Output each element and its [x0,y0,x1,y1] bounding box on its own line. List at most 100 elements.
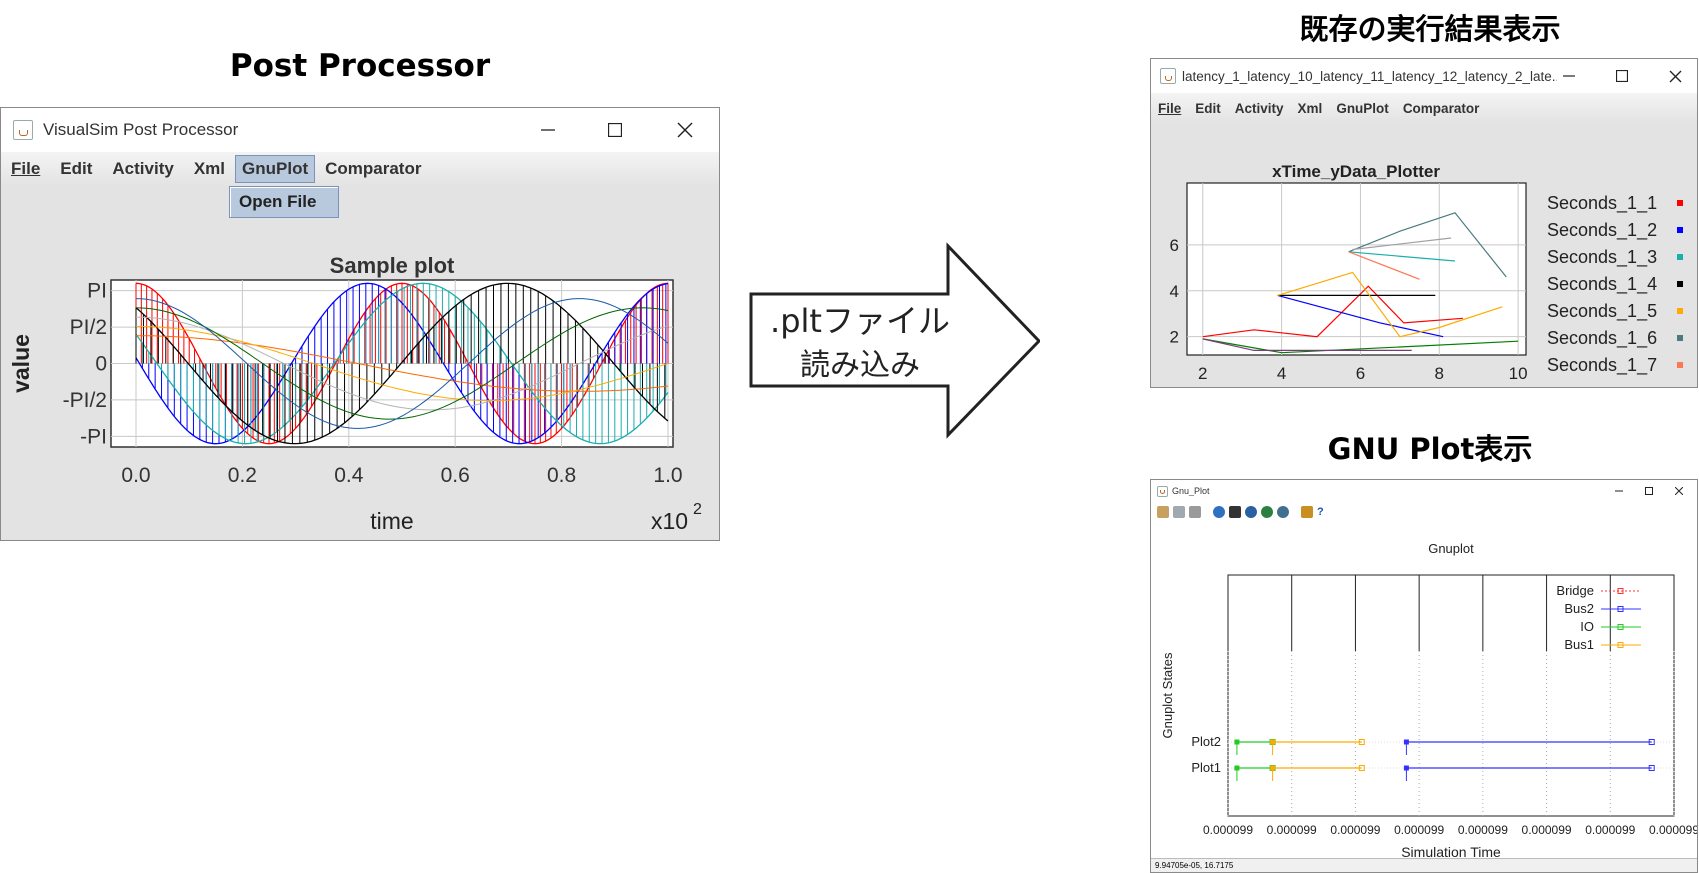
legend-label: Seconds_1_4 [1547,274,1657,295]
x-tick-label: 0.000099 [1585,823,1635,837]
export-icon[interactable] [1173,506,1185,518]
zoom-reset-icon[interactable] [1277,506,1289,518]
legend-label: Bridge [1556,583,1594,598]
y-tick-label: -PI/2 [63,389,107,412]
replot-icon[interactable] [1213,506,1225,518]
y-tick-label: PI/2 [70,316,107,339]
legend-swatch [1677,335,1683,341]
menu-file[interactable]: File [1158,101,1181,116]
minimize-button[interactable] [531,108,565,152]
x-tick-label: 0.0 [121,464,150,487]
copy-icon[interactable] [1157,506,1169,518]
x-tick-label: 0.000099 [1522,823,1572,837]
y-tick-label: Plot1 [1191,760,1221,775]
post-processor-window: VisualSim Post Processor File Edit Activ… [0,107,720,541]
gnuplot-chart: Gnuplot 0.000099 0.000099 0.000099 0.000099 0… [1160,541,1697,860]
legend-swatch [1677,227,1683,233]
minimize-icon [1563,75,1575,77]
minimize-icon [1615,490,1623,492]
maximize-icon [1616,70,1628,82]
legend-label: Seconds_1_2 [1547,220,1657,241]
post-processor-heading: Post Processor [229,48,491,84]
x-tick-label: 0.000099 [1649,823,1697,837]
app-icon [1157,485,1168,497]
maximize-button[interactable] [1639,480,1659,502]
gnu-status-bar: 9.94705e-05, 16.7175 [1151,858,1697,872]
minimize-icon [541,129,555,131]
menu-edit[interactable]: Edit [60,159,92,179]
x-tick-label: 0.000099 [1394,823,1444,837]
x-tick-label: 0.000099 [1458,823,1508,837]
legend-label: Seconds_1_3 [1547,247,1657,268]
x-axis-label: time [370,508,413,534]
y-axis-label: Gnuplot States [1160,652,1175,738]
java-icon [13,120,33,140]
x-tick-label: 1.0 [653,464,682,487]
menu-activity[interactable]: Activity [1235,101,1284,116]
x-tick-label: 2 [1198,364,1207,383]
chart-title: Gnuplot [1428,541,1474,556]
menu-gnuplot[interactable]: GnuPlot [1336,101,1389,116]
grid-icon[interactable] [1229,506,1241,518]
help-icon[interactable]: ? [1317,506,1324,518]
zoom-next-icon[interactable] [1261,506,1273,518]
java-icon [1160,68,1176,84]
latency-window: latency_1_latency_10_latency_11_latency_… [1150,58,1698,388]
close-button[interactable] [668,108,702,152]
arrow-label-1: .pltファイル [770,302,950,340]
x-tick-label: 4 [1277,364,1286,383]
arrow-label-2: 読み込み [800,348,920,383]
maximize-button[interactable] [1607,59,1637,93]
print-icon[interactable] [1189,506,1201,518]
chart-title: Sample plot [330,253,455,278]
plot-area [1227,574,1675,817]
legend-label: Bus1 [1564,637,1594,652]
legend-swatch [1677,281,1683,287]
y-tick-label: PI [87,280,107,303]
latency-menubar: File Edit Activity Xml GnuPlot Comparato… [1151,93,1697,123]
y-tick-label: -PI [80,425,107,448]
menu-gnuplot[interactable]: GnuPlot [235,155,316,183]
x-tick-label: 8 [1435,364,1444,383]
legend-label: Seconds_1_7 [1547,355,1657,376]
window-title: latency_1_latency_10_latency_11_latency_… [1182,68,1557,84]
close-button[interactable] [1669,480,1689,502]
legend-label: Seconds_1_1 [1547,193,1657,214]
menu-xml[interactable]: Xml [194,159,225,179]
x-tick-label: 6 [1356,364,1365,383]
x-tick-label: 0.6 [441,464,470,487]
maximize-button[interactable] [598,108,632,152]
y-axis-label: value [8,334,34,393]
menu-xml[interactable]: Xml [1298,101,1323,116]
close-button[interactable] [1660,59,1690,93]
y-tick-label: 4 [1170,282,1179,301]
close-icon [1675,487,1683,495]
existing-results-heading: 既存の実行結果表示 [1299,12,1561,46]
menu-file[interactable]: File [11,159,40,179]
window-title: VisualSim Post Processor [43,120,239,139]
menu-comparator[interactable]: Comparator [1403,101,1480,116]
minimize-button[interactable] [1609,480,1629,502]
legend-swatch [1677,200,1683,206]
settings-icon[interactable] [1301,506,1313,518]
legend-swatch [1677,362,1683,368]
maximize-icon [1645,487,1653,495]
x-exponent-power: 2 [693,501,702,518]
minimize-button[interactable] [1554,59,1584,93]
y-tick-label: 2 [1170,328,1179,347]
x-tick-label: 0.000099 [1330,823,1380,837]
sample-plot-chart: Sample plot PI PI/2 0 -PI/2 -PI 0.0 0.2 0.4 0.6 0.… [8,253,702,534]
menu-activity[interactable]: Activity [112,159,173,179]
legend-swatch [1677,308,1683,314]
x-tick-label: 10 [1509,364,1528,383]
plot-area [1186,182,1527,356]
close-icon [677,122,693,138]
menu-edit[interactable]: Edit [1195,101,1221,116]
maximize-icon [608,123,622,137]
window-title: Gnu_Plot [1172,486,1210,496]
menu-comparator[interactable]: Comparator [325,159,421,179]
x-tick-label: 0.000099 [1267,823,1317,837]
close-icon [1669,70,1681,82]
zoom-prev-icon[interactable] [1245,506,1257,518]
legend-label: IO [1580,619,1594,634]
